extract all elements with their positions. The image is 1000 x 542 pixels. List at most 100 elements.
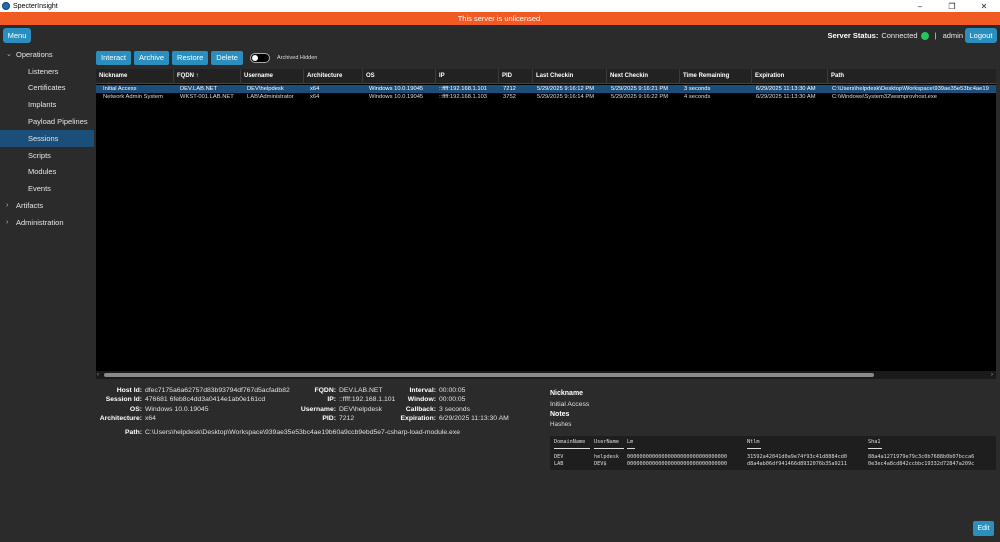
server-status-value: Connected xyxy=(881,31,918,40)
cell-username: LAB\Administrator xyxy=(247,94,294,100)
cell-nickname: Initial Access xyxy=(103,86,137,92)
hash-cell: helpdesk xyxy=(594,454,619,460)
sidebar-item-payload-pipelines[interactable]: Payload Pipelines xyxy=(0,113,94,130)
sidebar-item-listeners[interactable]: Listeners xyxy=(0,63,94,80)
column-header-expiration[interactable]: Expiration xyxy=(751,69,827,84)
hash-cell: 00000000000000000000000000000000 xyxy=(627,454,727,460)
interact-button[interactable]: Interact xyxy=(96,50,132,65)
detail-value: ::ffff:192.168.1.101 xyxy=(339,396,396,404)
session-details: Host Id: dfec7175a6a62757d83b93794df767d5… xyxy=(96,386,546,446)
scroll-left-icon[interactable]: ‹ xyxy=(97,371,99,379)
notes-value: Hashes xyxy=(550,421,572,428)
notes-label: Notes xyxy=(550,411,570,418)
cell-path: C:\Windows\System32\wsmprovhost.exe xyxy=(832,94,938,100)
cell-username: DEV\helpdesk xyxy=(247,86,284,92)
sidebar-item-events[interactable]: Events xyxy=(0,180,94,197)
cell-ip: ::ffff:192.168.1.103 xyxy=(439,94,488,100)
window-titlebar: SpecterInsight – ❐ ✕ xyxy=(0,0,1000,12)
column-header-last-checkin[interactable]: Last Checkin xyxy=(532,69,606,84)
sessions-table: Nickname FQDN ↑ Username Architecture OS… xyxy=(96,69,996,379)
sidebar-item-certificates[interactable]: Certificates xyxy=(0,80,94,97)
cell-expiration: 6/29/2025 11:13:30 AM xyxy=(756,94,816,100)
detail-label: Callback: xyxy=(405,405,436,413)
detail-value: C:\Users\helpdesk\Desktop\Workspace\939a… xyxy=(145,429,460,436)
toggle-knob xyxy=(251,54,258,61)
sidebar-item-scripts[interactable]: Scripts xyxy=(0,147,94,164)
column-header-os[interactable]: OS xyxy=(362,69,435,84)
detail-value: 00:00:05 xyxy=(439,396,466,404)
hash-cell: 31592a42041d0a9e74f93c41d8884cd0 xyxy=(747,454,847,460)
underline xyxy=(627,446,635,449)
table-row[interactable]: Network Admin System WKST-001.LAB.NET LA… xyxy=(96,93,996,101)
nickname-label: Nickname xyxy=(550,390,584,397)
close-icon[interactable]: ✕ xyxy=(968,0,1000,12)
cell-last-checkin: 5/29/2025 9:16:12 PM xyxy=(537,86,595,92)
hash-cell: DEV xyxy=(554,454,564,460)
current-user: admin xyxy=(942,31,963,40)
table-row[interactable]: Initial Access DEV.LAB.NET DEV\helpdesk … xyxy=(96,85,996,93)
cell-fqdn: WKST-001.LAB.NET xyxy=(180,94,234,100)
restore-button[interactable]: Restore xyxy=(172,50,209,65)
cell-next-checkin: 5/29/2025 9:16:22 PM xyxy=(611,94,669,100)
underline xyxy=(554,446,590,449)
cell-path: C:\Users\helpdesk\Desktop\Workspace\939a… xyxy=(832,86,989,92)
column-header-pid[interactable]: PID xyxy=(498,69,532,84)
column-header-time-remaining[interactable]: Time Remaining xyxy=(679,69,751,84)
detail-label: PID: xyxy=(322,414,336,422)
sidebar-item-sessions[interactable]: Sessions xyxy=(0,129,94,147)
app-header: Menu Server Status: Connected | admin Lo… xyxy=(0,25,1000,46)
status-connected-icon xyxy=(920,31,929,40)
sidebar-item-implants[interactable]: Implants xyxy=(0,96,94,113)
chevron-right-icon: › xyxy=(6,202,9,210)
edit-button[interactable]: Edit xyxy=(973,521,994,536)
cell-architecture: x64 xyxy=(310,86,320,92)
server-status: Server Status: Connected | admin xyxy=(827,28,963,43)
column-header-nickname[interactable]: Nickname xyxy=(96,69,173,84)
cell-time-remaining: 3 seconds xyxy=(684,86,711,92)
cell-nickname: Network Admin System xyxy=(103,94,163,100)
sidebar-item-modules[interactable]: Modules xyxy=(0,164,94,181)
cell-architecture: x64 xyxy=(310,94,320,100)
chevron-right-icon: › xyxy=(6,218,9,226)
horizontal-scrollbar[interactable]: ‹ › xyxy=(96,371,996,379)
hash-header: UserName xyxy=(594,439,619,445)
column-header-ip[interactable]: IP xyxy=(435,69,498,84)
sidebar: ⌄ Operations Listeners Certificates Impl… xyxy=(0,46,94,542)
minimize-icon[interactable]: – xyxy=(904,0,936,12)
column-header-fqdn[interactable]: FQDN ↑ xyxy=(173,69,240,84)
detail-value: 00:00:05 xyxy=(439,387,466,394)
hash-header: Ntlm xyxy=(747,439,760,445)
chevron-down-icon: ⌄ xyxy=(6,51,12,59)
column-header-architecture[interactable]: Architecture xyxy=(303,69,362,84)
detail-value: 476681 6feb8c4dd3a0414e1ab0e161cd xyxy=(145,396,266,404)
detail-label: Architecture: xyxy=(99,414,142,422)
sidebar-group-label: Administration xyxy=(16,217,64,227)
app-logo-icon xyxy=(2,2,10,10)
details-column: FQDN: DEV.LAB.NET IP:::ffff:192.168.1.101… xyxy=(296,386,395,423)
archived-hidden-toggle[interactable] xyxy=(249,52,270,63)
column-header-next-checkin[interactable]: Next Checkin xyxy=(606,69,679,84)
sidebar-group-administration[interactable]: › Administration xyxy=(0,214,94,231)
column-header-username[interactable]: Username xyxy=(240,69,303,84)
sidebar-group-artifacts[interactable]: › Artifacts xyxy=(0,197,94,214)
maximize-icon[interactable]: ❐ xyxy=(936,0,968,12)
column-header-path[interactable]: Path xyxy=(827,69,996,84)
scrollbar-thumb[interactable] xyxy=(104,373,874,377)
detail-label: OS: xyxy=(129,405,142,413)
detail-label: Session Id: xyxy=(105,396,142,404)
hash-cell: 00000000000000000000000000000000 xyxy=(627,461,727,467)
archive-button[interactable]: Archive xyxy=(134,50,170,65)
detail-label: IP: xyxy=(327,396,336,404)
menu-button[interactable]: Menu xyxy=(3,28,31,43)
hash-cell: LAB xyxy=(554,461,564,467)
hash-cell: 88a4a1271979e79c3c0b7688b0b07bcca6 xyxy=(868,454,975,460)
scroll-right-icon[interactable]: › xyxy=(991,371,993,379)
underline xyxy=(868,446,882,449)
underline xyxy=(594,446,624,449)
detail-value: DEV\helpdesk xyxy=(339,405,383,413)
detail-value: 3 seconds xyxy=(439,405,470,413)
logout-button[interactable]: Logout xyxy=(965,28,997,43)
sidebar-group-operations[interactable]: ⌄ Operations xyxy=(0,46,94,63)
delete-button[interactable]: Delete xyxy=(211,50,243,65)
detail-value: 6/29/2025 11:13:30 AM xyxy=(439,414,509,422)
